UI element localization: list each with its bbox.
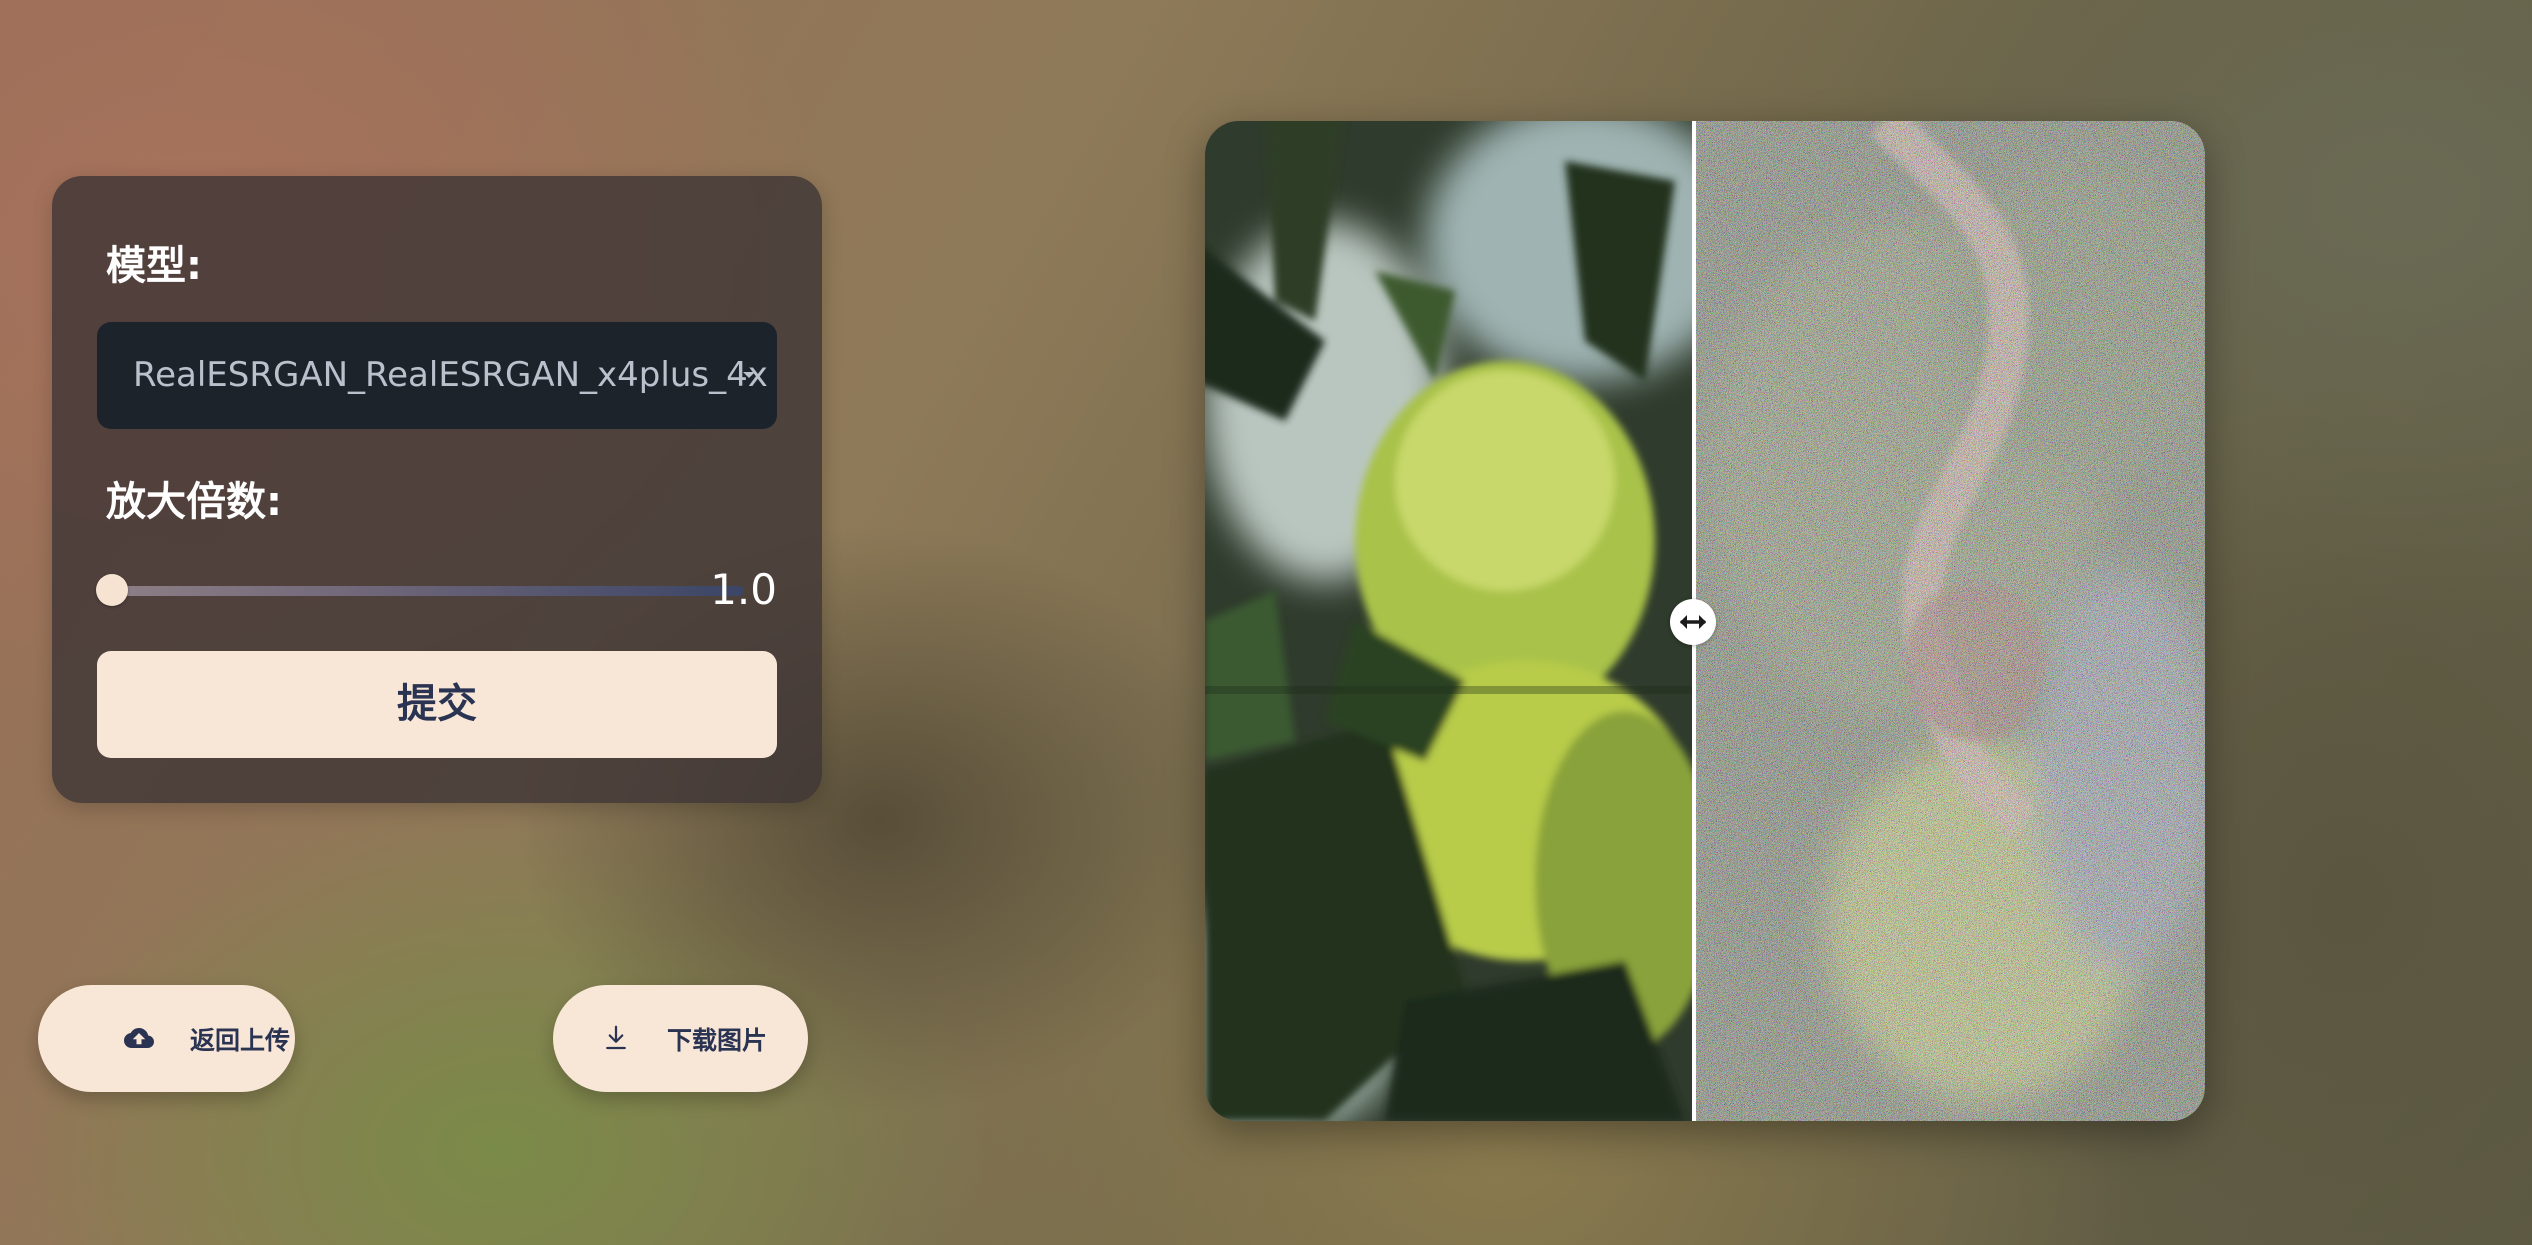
- download-icon: [601, 1023, 631, 1053]
- image-comparison[interactable]: [1205, 121, 2205, 1121]
- model-select-value: RealESRGAN_RealESRGAN_x4plus_4x: [133, 355, 768, 395]
- cloud-upload-icon: [124, 1023, 154, 1053]
- model-select[interactable]: RealESRGAN_RealESRGAN_x4plus_4x: [97, 322, 777, 429]
- back-upload-button[interactable]: 返回上传: [38, 985, 295, 1092]
- back-upload-label: 返回上传: [190, 1025, 291, 1055]
- upscaled-image-side: [1205, 121, 1694, 1121]
- comparison-drag-handle[interactable]: [1670, 599, 1716, 645]
- download-button[interactable]: 下载图片: [553, 985, 808, 1092]
- scale-label: 放大倍数:: [106, 479, 282, 525]
- original-image-side: [1694, 121, 2205, 1121]
- model-label: 模型:: [106, 243, 202, 289]
- horizontal-arrows-icon: [1680, 615, 1706, 629]
- submit-button[interactable]: 提交: [97, 651, 777, 758]
- scale-slider-thumb[interactable]: [96, 574, 128, 606]
- scale-value: 1.0: [710, 565, 777, 614]
- settings-panel: 模型: RealESRGAN_RealESRGAN_x4plus_4x 放大倍数…: [52, 176, 822, 803]
- download-label: 下载图片: [667, 1025, 768, 1055]
- scale-slider-track[interactable]: [112, 586, 744, 596]
- chevron-down-icon: [743, 372, 755, 378]
